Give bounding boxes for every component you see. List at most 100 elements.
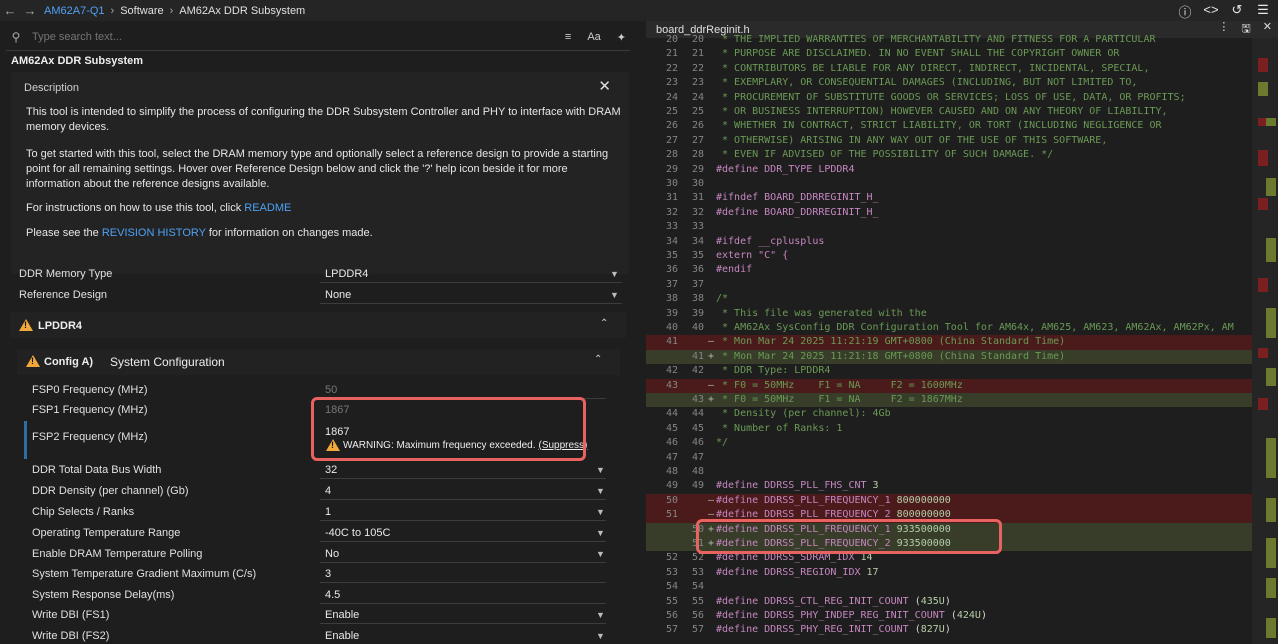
comment-text: * PURPOSE ARE DISCLAIMED. IN NO EVENT SH… bbox=[716, 48, 1120, 60]
comment-text: * THE IMPLIED WARRANTIES OF MERCHANTABIL… bbox=[716, 34, 1156, 45]
ddr-memory-type-select[interactable]: LPDDR4 bbox=[325, 268, 368, 280]
config-field-row[interactable]: DDR Density (per channel) (Gb) 4 ▼ bbox=[0, 482, 636, 500]
directive-text: #define DDRSS_PHY_INDEP_REG_INIT_COUNT bbox=[716, 610, 951, 621]
code-diff-panel: board_ddrReginit.h ⋮ 🖫 ✕ 20 20 * THE IMPL… bbox=[646, 21, 1278, 644]
lpddr4-section-header[interactable]: LPDDR4 ⌃ bbox=[10, 312, 626, 338]
chevron-down-icon[interactable]: ▼ bbox=[596, 549, 605, 559]
description-paragraph: To get started with this tool, select th… bbox=[26, 148, 609, 190]
chevron-down-icon[interactable]: ▼ bbox=[596, 465, 605, 475]
field-select[interactable]: No bbox=[325, 548, 339, 560]
code-text: * F0 = 50MHz F1 = NA F2 = 1867MHz bbox=[716, 393, 963, 407]
ddr-memory-type-row[interactable]: DDR Memory Type LPDDR4 ▼ bbox=[0, 265, 636, 283]
field-select[interactable]: 1 bbox=[325, 506, 331, 518]
system-configuration-header[interactable]: Config A) System Configuration ⌃ bbox=[17, 349, 620, 375]
minimap-change-mark bbox=[1266, 438, 1276, 478]
settings-sliders-icon[interactable]: ☰ bbox=[1254, 2, 1272, 21]
config-field-row[interactable]: DDR Total Data Bus Width 32 ▼ bbox=[0, 461, 636, 479]
directive-text: #define BOARD_DDRREGINIT_H_ bbox=[716, 206, 879, 218]
old-line-number: 38 bbox=[665, 293, 678, 305]
old-line-number: 54 bbox=[665, 581, 678, 593]
back-arrow-icon[interactable]: ← bbox=[0, 3, 20, 18]
readme-link[interactable]: README bbox=[244, 202, 291, 214]
new-line-number: 49 bbox=[691, 480, 704, 492]
config-field-row[interactable]: System Temperature Gradient Maximum (C/s… bbox=[0, 565, 636, 583]
reference-design-select[interactable]: None bbox=[325, 289, 351, 301]
old-line-number: 21 bbox=[665, 48, 678, 60]
number-literal: 3 bbox=[872, 480, 879, 492]
divider bbox=[320, 603, 606, 604]
config-field-row[interactable]: Chip Selects / Ranks 1 ▼ bbox=[0, 503, 636, 521]
old-line-number: 22 bbox=[665, 62, 678, 74]
field-select[interactable]: -40C to 105C bbox=[325, 527, 390, 539]
breadcrumb-separator: › bbox=[110, 4, 115, 17]
code-text: #define DDRSS_PHY_INDEP_REG_INIT_COUNT (… bbox=[716, 609, 987, 623]
minimap-change-mark bbox=[1258, 348, 1268, 358]
field-select[interactable]: 4 bbox=[325, 485, 331, 497]
minimap-change-mark bbox=[1266, 538, 1276, 568]
history-icon[interactable]: ↺ bbox=[1228, 2, 1246, 21]
breadcrumb-software[interactable]: Software bbox=[120, 5, 163, 17]
minimap-change-mark bbox=[1266, 238, 1276, 262]
chevron-down-icon[interactable]: ▼ bbox=[610, 290, 619, 300]
subsection-title: System Configuration bbox=[110, 355, 225, 369]
field-select[interactable]: Enable bbox=[325, 609, 359, 621]
chevron-down-icon[interactable]: ▼ bbox=[596, 486, 605, 496]
config-field-row[interactable]: System Response Delay(ms) 4.5 bbox=[0, 586, 636, 604]
search-input[interactable] bbox=[32, 31, 432, 43]
field-input[interactable]: 3 bbox=[325, 568, 331, 580]
field-select[interactable]: 32 bbox=[325, 464, 337, 476]
reference-design-row[interactable]: Reference Design None ▼ bbox=[0, 286, 636, 304]
info-icon[interactable]: ⓘ bbox=[1176, 2, 1194, 21]
chevron-down-icon[interactable]: ▼ bbox=[596, 631, 605, 641]
list-view-icon[interactable]: ≡ bbox=[565, 31, 571, 44]
new-line-number: 31 bbox=[691, 192, 704, 204]
field-select[interactable]: Enable bbox=[325, 630, 359, 642]
directive-text: #ifdef __cplusplus bbox=[716, 235, 825, 247]
config-field-row[interactable]: Write DBI (FS2) Enable ▼ bbox=[0, 627, 636, 644]
revision-history-link[interactable]: REVISION HISTORY bbox=[102, 227, 206, 239]
search-icon: ⚲ bbox=[11, 30, 21, 44]
diff-minimap[interactable] bbox=[1252, 38, 1278, 644]
font-size-icon[interactable]: Aa bbox=[587, 31, 600, 44]
config-field-row[interactable]: Write DBI (FS1) Enable ▼ bbox=[0, 606, 636, 624]
code-text: #define DDR_TYPE LPDDR4 bbox=[716, 163, 854, 177]
code-line: 41 + * Mon Mar 24 2025 11:21:18 GMT+0800 … bbox=[646, 349, 1252, 365]
readme-prefix: For instructions on how to use this tool… bbox=[26, 202, 245, 214]
chevron-down-icon[interactable]: ▼ bbox=[596, 610, 605, 620]
code-line: 40 40 * AM62Ax SysConfig DDR Configuratio… bbox=[646, 321, 1252, 335]
directive-text: #define DDRSS_SDRAM_IDX bbox=[716, 552, 861, 564]
fsp0-frequency-value: 50 bbox=[325, 384, 338, 396]
new-line-number: 53 bbox=[691, 566, 704, 578]
code-text: #ifndef BOARD_DDRREGINIT_H_ bbox=[716, 191, 879, 205]
divider bbox=[320, 520, 606, 521]
chevron-down-icon[interactable]: ▼ bbox=[610, 269, 619, 279]
code-icon[interactable]: <> bbox=[1202, 2, 1220, 21]
directive-text: #define DDRSS_REGION_IDX bbox=[716, 566, 867, 578]
config-field-row[interactable]: Enable DRAM Temperature Polling No ▼ bbox=[0, 545, 636, 563]
minimap-change-mark bbox=[1266, 618, 1276, 638]
close-icon[interactable]: ✕ bbox=[1263, 21, 1272, 39]
minimap-change-mark bbox=[1258, 82, 1268, 96]
forward-arrow-icon[interactable]: → bbox=[20, 3, 40, 18]
chevron-up-icon[interactable]: ⌃ bbox=[600, 318, 608, 329]
breadcrumb-device[interactable]: AM62A7-Q1 bbox=[44, 5, 105, 17]
magic-wand-icon[interactable]: ✦ bbox=[617, 31, 626, 44]
chevron-down-icon[interactable]: ▼ bbox=[596, 528, 605, 538]
chevron-down-icon[interactable]: ▼ bbox=[596, 507, 605, 517]
close-icon[interactable]: ✕ bbox=[598, 77, 611, 95]
diff-marker: + bbox=[708, 394, 715, 405]
old-line-number: 40 bbox=[665, 322, 678, 333]
field-input[interactable]: 4.5 bbox=[325, 589, 340, 601]
old-line-number: 49 bbox=[665, 480, 678, 492]
comment-text: * DDR Type: LPDDR4 bbox=[716, 365, 831, 377]
code-line: 55 55 #define DDRSS_CTL_REG_INIT_COUNT (43… bbox=[646, 595, 1252, 609]
code-line: 37 37 bbox=[646, 278, 1252, 292]
field-label: Enable DRAM Temperature Polling bbox=[32, 548, 203, 560]
new-line-number: 44 bbox=[691, 408, 704, 420]
code-line: 30 30 bbox=[646, 177, 1252, 191]
field-label: Chip Selects / Ranks bbox=[32, 506, 135, 518]
old-line-number: 23 bbox=[665, 77, 678, 89]
chevron-up-icon[interactable]: ⌃ bbox=[594, 354, 602, 365]
code-line: 43 + * F0 = 50MHz F1 = NA F2 = 1867MHz bbox=[646, 393, 1252, 408]
config-field-row[interactable]: Operating Temperature Range -40C to 105C ▼ bbox=[0, 524, 636, 542]
